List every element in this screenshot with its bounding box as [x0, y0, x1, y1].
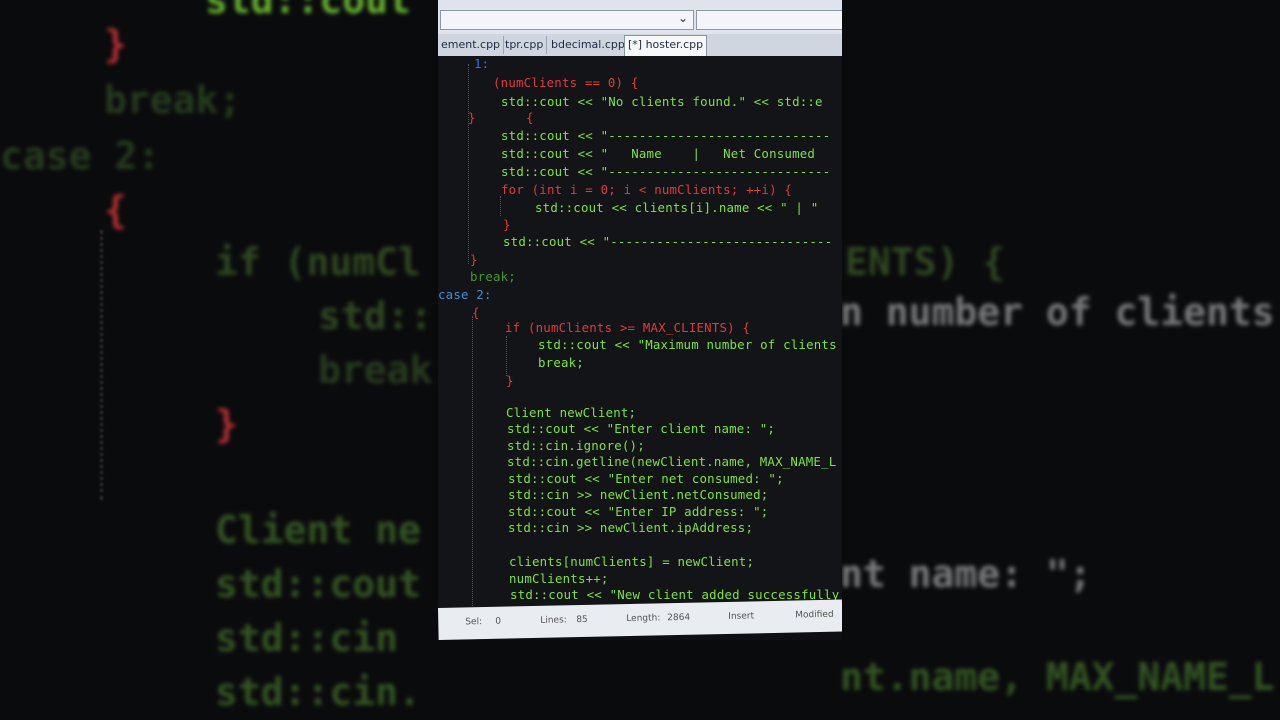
bg-code-line: }: [215, 402, 238, 446]
indent-guide: [472, 316, 473, 606]
code-line: std::cout << "Enter client name: ";: [507, 421, 776, 436]
code-line: numClients++;: [509, 571, 609, 586]
code-line: std::cout << "Enter net consumed: ";: [508, 471, 784, 486]
code-line: }: [503, 217, 511, 232]
status-mode: Insert: [728, 611, 755, 622]
code-line: std::cout << "Maximum number of clients: [538, 337, 837, 352]
code-line: {: [472, 305, 480, 320]
bg-indent-guide: [100, 230, 103, 500]
code-line: std::cin.getline(newClient.name, MAX_NAM…: [507, 454, 837, 469]
bg-code-line: nt.name, MAX_NAME_L: [840, 655, 1275, 699]
status-lines-label: Lines:: [540, 615, 567, 626]
code-line: std::cout << "--------------------------…: [503, 234, 833, 249]
code-editor[interactable]: 1: (numClients == 0) { std::cout << "No …: [438, 56, 842, 612]
code-line: break;: [470, 269, 516, 284]
bg-code-line: Client ne: [215, 508, 421, 552]
code-line: {: [526, 110, 534, 125]
bg-code-line: break;: [104, 78, 242, 122]
status-lines-value: 85: [576, 614, 588, 626]
code-line: Client newClient;: [506, 405, 637, 420]
bg-code-line: if (numCl: [215, 240, 421, 284]
code-line: (numClients == 0) {: [493, 75, 639, 90]
tab-tpr-cpp[interactable]: tpr.cpp: [502, 36, 548, 54]
bg-code-line: std::cin.: [215, 670, 421, 714]
code-line: std::cout << " Name | Net Consumed: [501, 146, 816, 161]
bg-code-line: nt name: ";: [840, 552, 1092, 596]
bg-code-line: }: [104, 22, 127, 66]
code-line: std::cout << clients[i].name << " | ": [535, 200, 819, 215]
bg-code-line: {: [104, 188, 127, 232]
code-line: std::cin >> newClient.netConsumed;: [508, 487, 769, 502]
status-length-label: Length:: [626, 613, 661, 625]
code-line: std::cout << "Enter IP address: ";: [508, 504, 769, 519]
bg-code-line: std::cout: [205, 0, 411, 22]
tab-ement-cpp[interactable]: ement.cpp: [438, 36, 505, 54]
tab-bdecimal-cpp[interactable]: bdecimal.cpp: [548, 36, 629, 54]
bg-code-line: std::: [318, 294, 433, 338]
status-length-value: 2864: [667, 612, 691, 624]
code-line: std::cin.ignore();: [507, 438, 645, 453]
toolbar: ⌄: [438, 0, 842, 35]
code-line: if (numClients >= MAX_CLIENTS) {: [505, 320, 751, 335]
editor-window: ⌄ ement.cpp tpr.cpp bdecimal.cpp [*] hos…: [438, 0, 842, 640]
status-sel-label: Sel:: [465, 617, 483, 628]
tab-hoster-cpp[interactable]: [*] hoster.cpp: [624, 35, 708, 56]
bg-code-line: ENTS) {: [845, 240, 1006, 284]
status-state: Modified: [795, 609, 834, 621]
file-tabs: ement.cpp tpr.cpp bdecimal.cpp [*] hoste…: [438, 34, 842, 57]
indent-guide: [500, 196, 501, 216]
indent-guide: [468, 64, 469, 264]
code-line: }: [506, 373, 514, 388]
bg-code-line: break: [318, 348, 433, 392]
secondary-dropdown[interactable]: [696, 10, 842, 30]
indent-guide: [506, 336, 507, 376]
code-line: break;: [538, 355, 584, 370]
status-sel-value: 0: [495, 616, 502, 627]
code-line: }: [468, 110, 476, 125]
code-line: }: [470, 252, 478, 267]
function-dropdown[interactable]: [440, 10, 694, 30]
code-line: case 2:: [438, 287, 492, 302]
code-line: std::cout << "--------------------------…: [501, 128, 831, 143]
code-line: 1:: [474, 56, 490, 71]
code-line: std::cin >> newClient.ipAddress;: [508, 520, 754, 535]
code-line: clients[numClients] = newClient;: [509, 554, 755, 569]
bg-code-line: std::cout: [215, 562, 421, 606]
bg-code-line: case 2:: [0, 134, 161, 178]
code-line: std::cout << "--------------------------…: [501, 164, 831, 179]
chevron-down-icon[interactable]: ⌄: [678, 11, 688, 25]
bg-code-line: std::cin: [215, 616, 399, 660]
code-line: for (int i = 0; i < numClients; ++i) {: [501, 182, 793, 197]
code-line: std::cout << "No clients found." << std:…: [501, 94, 823, 109]
bg-code-line: n number of clients: [840, 290, 1275, 334]
